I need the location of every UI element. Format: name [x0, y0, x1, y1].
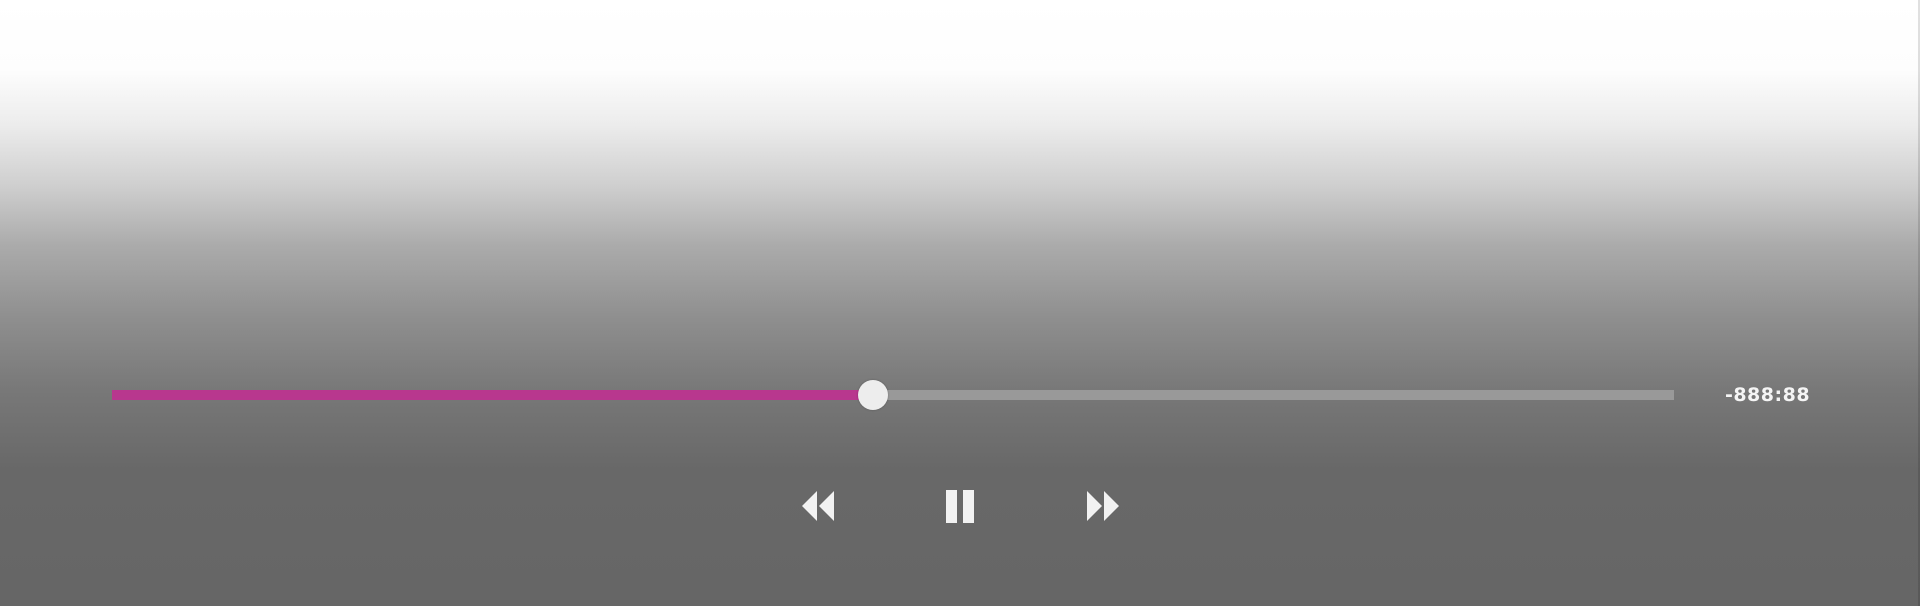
fast-forward-button[interactable]: [1076, 480, 1128, 532]
seek-played-fill: [112, 390, 873, 400]
rewind-icon: [802, 491, 834, 521]
time-remaining: -888:88: [1724, 384, 1811, 406]
media-player: -888:88: [0, 0, 1920, 606]
pause-button[interactable]: [934, 480, 986, 532]
fast-forward-icon: [1087, 491, 1119, 521]
pause-icon: [946, 490, 974, 523]
rewind-button[interactable]: [793, 480, 845, 532]
seek-thumb[interactable]: [857, 380, 888, 410]
seek-bar[interactable]: [112, 377, 1674, 413]
